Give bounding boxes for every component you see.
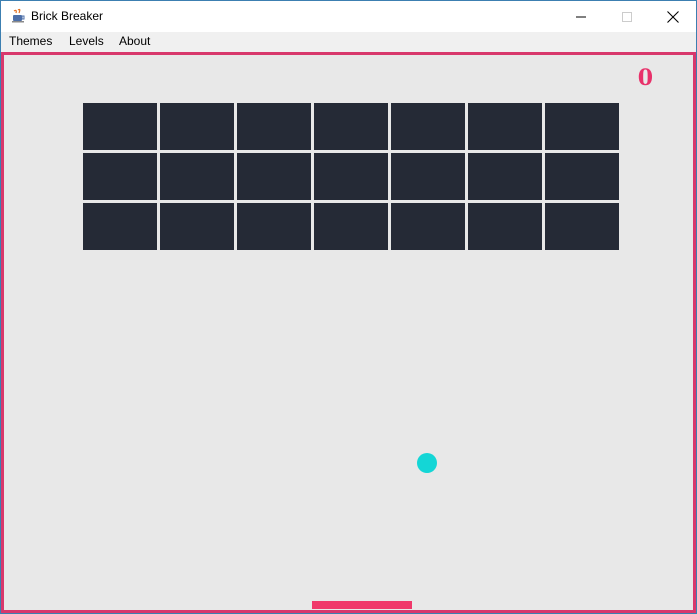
brick bbox=[160, 153, 234, 200]
brick bbox=[391, 203, 465, 250]
brick bbox=[83, 153, 157, 200]
minimize-icon bbox=[576, 16, 586, 17]
brick-grid bbox=[83, 103, 620, 251]
menu-themes[interactable]: Themes bbox=[9, 34, 52, 48]
close-button[interactable] bbox=[650, 1, 696, 32]
brick bbox=[237, 153, 311, 200]
app-window: Brick Breaker Themes Levels About 0 bbox=[0, 0, 697, 614]
paddle[interactable] bbox=[312, 601, 412, 609]
brick bbox=[545, 203, 619, 250]
ball bbox=[417, 453, 437, 473]
brick bbox=[160, 103, 234, 150]
score-display: 0 bbox=[637, 65, 653, 91]
menu-about[interactable]: About bbox=[119, 34, 150, 48]
maximize-button[interactable] bbox=[604, 1, 650, 32]
brick bbox=[468, 103, 542, 150]
brick bbox=[468, 153, 542, 200]
title-bar[interactable]: Brick Breaker bbox=[1, 1, 696, 32]
brick bbox=[237, 203, 311, 250]
menu-bar: Themes Levels About bbox=[1, 32, 696, 52]
minimize-button[interactable] bbox=[558, 1, 604, 32]
brick bbox=[545, 103, 619, 150]
brick bbox=[314, 103, 388, 150]
brick bbox=[160, 203, 234, 250]
java-app-icon bbox=[10, 8, 26, 24]
brick bbox=[314, 153, 388, 200]
brick bbox=[468, 203, 542, 250]
close-icon bbox=[667, 10, 679, 23]
brick bbox=[83, 103, 157, 150]
game-board[interactable]: 0 bbox=[1, 52, 696, 613]
maximize-icon bbox=[622, 11, 632, 22]
brick bbox=[545, 153, 619, 200]
window-title: Brick Breaker bbox=[31, 9, 104, 23]
brick bbox=[237, 103, 311, 150]
brick bbox=[83, 203, 157, 250]
brick bbox=[391, 103, 465, 150]
menu-levels[interactable]: Levels bbox=[69, 34, 104, 48]
brick bbox=[391, 153, 465, 200]
brick bbox=[314, 203, 388, 250]
